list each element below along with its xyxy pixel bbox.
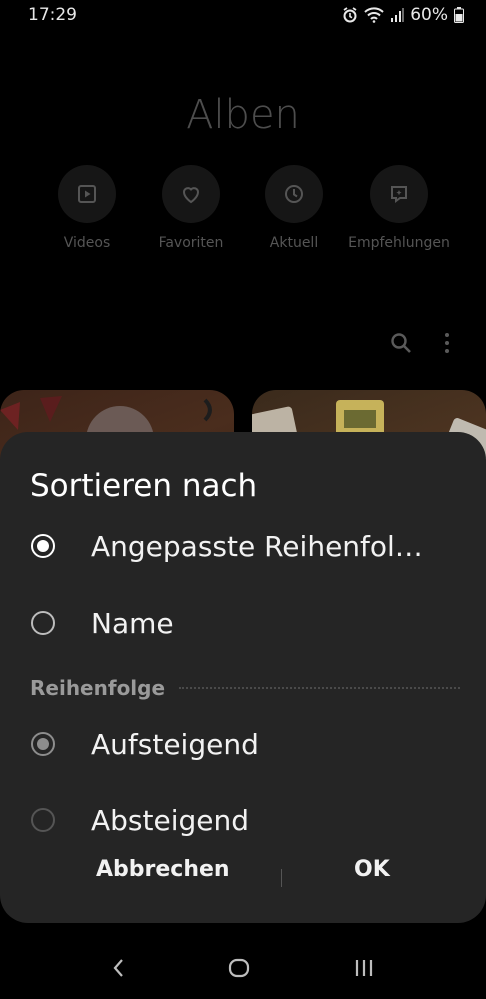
option-label: Aufsteigend bbox=[91, 727, 259, 761]
sort-option-name[interactable]: Name bbox=[0, 593, 486, 653]
option-label: Angepasste Reihenfol… bbox=[91, 529, 423, 563]
home-icon[interactable] bbox=[227, 957, 251, 983]
order-option-descending[interactable]: Absteigend bbox=[0, 790, 486, 850]
section-title: Reihenfolge bbox=[30, 676, 166, 700]
quick-item-favorites[interactable]: Favoriten bbox=[131, 165, 251, 251]
recents-icon[interactable] bbox=[353, 957, 375, 983]
sort-option-custom[interactable]: Angepasste Reihenfol… bbox=[0, 516, 486, 576]
quick-item-label: Videos bbox=[63, 235, 111, 251]
radio-unselected-icon[interactable] bbox=[31, 808, 55, 832]
ok-button[interactable]: OK bbox=[354, 857, 390, 882]
more-options-icon[interactable] bbox=[443, 332, 451, 358]
cancel-button[interactable]: Abbrechen bbox=[96, 857, 230, 882]
option-label: Name bbox=[91, 606, 174, 640]
quick-item-label: Favoriten bbox=[158, 235, 224, 251]
button-divider bbox=[281, 869, 282, 887]
heart-icon bbox=[162, 165, 220, 223]
order-option-ascending[interactable]: Aufsteigend bbox=[0, 714, 486, 774]
video-icon bbox=[58, 165, 116, 223]
option-label: Absteigend bbox=[91, 803, 250, 837]
suggestion-icon bbox=[370, 165, 428, 223]
sort-dialog: Sortieren nach Angepasste Reihenfol… Nam… bbox=[0, 432, 486, 923]
quick-item-label: Aktuell bbox=[269, 235, 319, 251]
radio-unselected-icon[interactable] bbox=[31, 611, 55, 635]
navigation-bar bbox=[0, 941, 486, 999]
back-icon[interactable] bbox=[111, 957, 125, 983]
dialog-title: Sortieren nach bbox=[30, 468, 258, 504]
quick-item-suggestions[interactable]: Empfehlungen bbox=[339, 165, 459, 251]
quick-item-recent[interactable]: Aktuell bbox=[234, 165, 354, 251]
quick-item-videos[interactable]: Videos bbox=[27, 165, 147, 251]
quick-item-label: Empfehlungen bbox=[348, 235, 450, 251]
search-icon[interactable] bbox=[390, 332, 412, 358]
section-divider bbox=[179, 687, 460, 689]
clock-icon bbox=[265, 165, 323, 223]
radio-selected-icon[interactable] bbox=[31, 534, 55, 558]
order-section-header: Reihenfolge bbox=[30, 676, 460, 700]
page-title: Alben bbox=[186, 92, 300, 138]
radio-selected-icon[interactable] bbox=[31, 732, 55, 756]
